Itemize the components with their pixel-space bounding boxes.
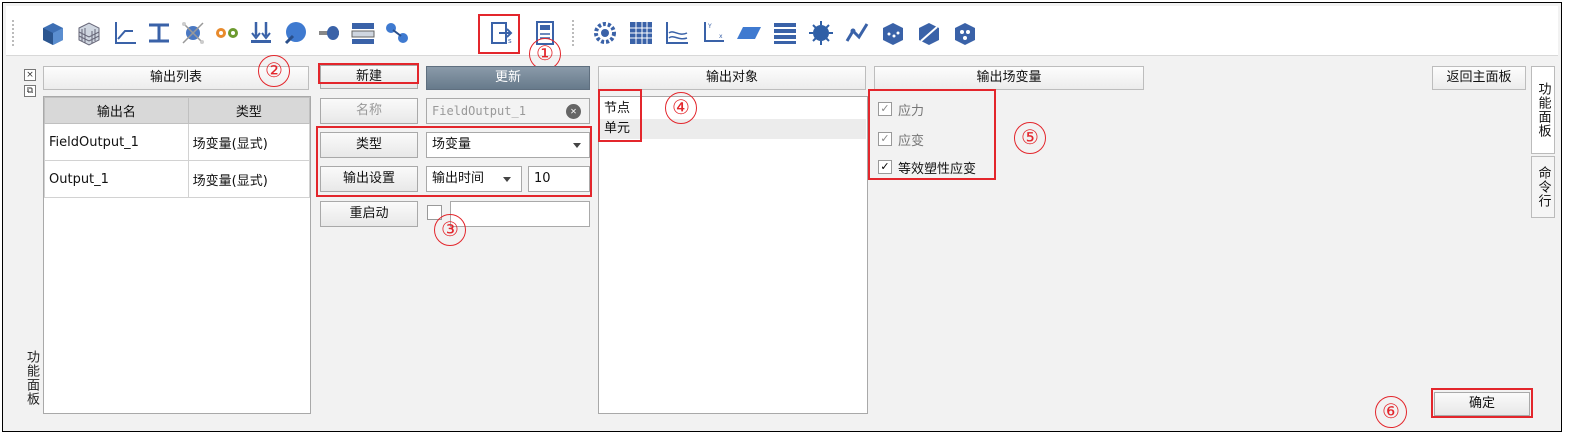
cell-type: 场变量(显式) — [187, 160, 311, 198]
chevron-down-icon — [503, 177, 511, 182]
assembly-icon[interactable] — [178, 18, 208, 48]
table-grid-icon[interactable] — [626, 18, 656, 48]
cube-slash-icon[interactable] — [914, 18, 944, 48]
name-field-value: FieldOutput_1 — [432, 104, 526, 118]
coordinate-axis-icon[interactable]: Yx — [698, 18, 728, 48]
name-label-button: 名称 — [320, 98, 418, 124]
type-button[interactable]: 类型 — [320, 132, 418, 158]
table-row[interactable]: Output_1 场变量(显式) — [44, 160, 311, 198]
plane-icon[interactable] — [734, 18, 764, 48]
cube-dots-icon[interactable] — [878, 18, 908, 48]
cell-name: FieldOutput_1 — [44, 123, 189, 161]
output-mode-select[interactable]: 输出时间 — [426, 166, 522, 192]
callout-5: ⑤ — [1014, 122, 1046, 154]
callout-4: ④ — [665, 92, 697, 124]
chevron-down-icon — [573, 143, 581, 148]
table-row[interactable]: FieldOutput_1 场变量(显式) — [44, 123, 311, 161]
toolbar-grip[interactable] — [572, 20, 576, 46]
beam-section-icon[interactable] — [144, 18, 174, 48]
left-vertical-label: 功能面板 — [24, 350, 39, 406]
settings-gear-icon[interactable] — [590, 18, 620, 48]
output-number-field[interactable]: 10 — [528, 166, 590, 192]
output-list-panel: 输出名 类型 FieldOutput_1 场变量(显式) Output_1 场变… — [43, 96, 311, 414]
output-mode-value: 输出时间 — [432, 171, 485, 186]
list-item-nodes[interactable]: 节点 — [600, 99, 866, 119]
new-button[interactable]: 新建 — [320, 65, 418, 89]
check-icon: ✓ — [878, 160, 892, 174]
tab-command-line[interactable]: 命令行 — [1531, 156, 1555, 218]
checkbox-peeq[interactable]: ✓ 等效塑性应变 — [878, 158, 977, 177]
curve-axis-icon[interactable] — [110, 18, 140, 48]
output-table: 输出名 类型 FieldOutput_1 场变量(显式) Output_1 场变… — [44, 97, 311, 198]
output-objects-panel: 节点 单元 — [598, 96, 868, 414]
restore-panel-icon[interactable]: ⧉ — [24, 85, 36, 97]
output-objects-header: 输出对象 — [598, 66, 866, 90]
svg-text:x: x — [719, 33, 723, 40]
restart-button[interactable]: 重启动 — [320, 201, 418, 227]
svg-text:Y: Y — [707, 23, 712, 30]
field-variables-header: 输出场变量 — [874, 66, 1144, 90]
gear-link-icon[interactable] — [212, 18, 242, 48]
list-item-elements[interactable]: 单元 — [600, 119, 866, 139]
callout-3: ③ — [434, 214, 466, 246]
connector-icon[interactable] — [382, 18, 412, 48]
checkbox-stress[interactable]: ✓ 应力 — [878, 100, 925, 119]
cell-type: 场变量(显式) — [187, 123, 311, 161]
layer-icon[interactable] — [348, 18, 378, 48]
load-arrows-icon[interactable] — [246, 18, 276, 48]
column-header-type[interactable]: 类型 — [187, 97, 311, 124]
column-header-name[interactable]: 输出名 — [44, 97, 189, 124]
clear-icon[interactable]: ✕ — [566, 104, 581, 119]
xy-plot-icon[interactable] — [662, 18, 692, 48]
part-cube-icon[interactable] — [38, 18, 68, 48]
list-icon[interactable] — [770, 18, 800, 48]
back-to-main-button[interactable]: 返回主面板 — [1432, 66, 1526, 90]
checkbox-label: 等效塑性应变 — [898, 161, 977, 177]
check-icon: ✓ — [878, 102, 892, 116]
type-select[interactable]: 场变量 — [426, 132, 590, 158]
cell-name: Output_1 — [44, 160, 189, 198]
type-select-value: 场变量 — [432, 137, 472, 152]
check-icon: ✓ — [878, 132, 892, 146]
checkbox-label: 应变 — [898, 133, 925, 149]
rig-icon[interactable] — [842, 18, 872, 48]
close-panel-icon[interactable]: × — [24, 69, 36, 81]
sphere-icon[interactable] — [280, 18, 310, 48]
update-button[interactable]: 更新 — [426, 66, 590, 90]
name-field[interactable]: FieldOutput_1 ✕ — [426, 98, 590, 124]
tab-function-panel[interactable]: 功能面板 — [1531, 66, 1555, 154]
mesh-grid-icon[interactable] — [74, 18, 104, 48]
callout-2: ② — [258, 55, 290, 87]
shaft-icon[interactable] — [314, 18, 344, 48]
output-export-icon[interactable]: s — [488, 18, 518, 48]
confirm-button[interactable]: 确定 — [1434, 392, 1530, 416]
virus-icon[interactable] — [806, 18, 836, 48]
cube-face-icon[interactable] — [950, 18, 980, 48]
output-number-value: 10 — [534, 171, 551, 186]
restart-field[interactable] — [450, 201, 590, 227]
output-settings-button[interactable]: 输出设置 — [320, 166, 418, 192]
checkbox-label: 应力 — [898, 103, 925, 119]
callout-6: ⑥ — [1375, 396, 1407, 428]
svg-text:s: s — [508, 37, 512, 45]
toolbar: s Yx — [6, 6, 1558, 56]
checkbox-strain[interactable]: ✓ 应变 — [878, 130, 925, 149]
toolbar-grip[interactable] — [12, 20, 16, 46]
